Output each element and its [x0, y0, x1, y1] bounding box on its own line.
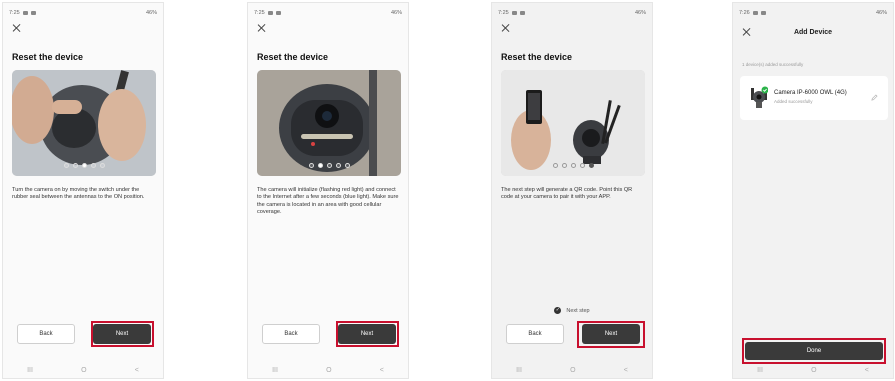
- status-bar: 7:26 46%: [739, 8, 887, 18]
- instruction-photo: [501, 70, 645, 176]
- instruction-text: The camera will initialize (flashing red…: [257, 187, 399, 216]
- camera-lights-photo: [257, 70, 401, 176]
- message-icon: [275, 11, 281, 15]
- phone-screen-reset-1: 7:25 46% Reset the device Turn the camer…: [2, 2, 164, 379]
- close-icon[interactable]: [257, 23, 267, 33]
- instruction-photo: [12, 70, 156, 176]
- next-button[interactable]: Next: [93, 324, 151, 344]
- carousel-dot[interactable]: [570, 163, 576, 168]
- carousel-dot[interactable]: [552, 163, 558, 168]
- page-title: Reset the device: [257, 52, 329, 62]
- system-navbar: III O <: [733, 362, 893, 378]
- phone-screen-reset-2: 7:25 46% Reset the device The camera wil…: [247, 2, 409, 379]
- carousel-dot[interactable]: [308, 163, 314, 168]
- back-button[interactable]: Back: [262, 324, 320, 344]
- status-time: 7:26: [739, 10, 750, 16]
- message-icon: [519, 11, 525, 15]
- home-button[interactable]: O: [811, 367, 816, 374]
- nav-back-button[interactable]: <: [135, 367, 139, 374]
- phone-screen-add-device: 7:26 46% Add Device 1 device(s) added su…: [732, 2, 894, 379]
- nav-back-button[interactable]: <: [865, 367, 869, 374]
- status-time: 7:25: [254, 10, 265, 16]
- carousel-dot[interactable]: [90, 163, 96, 168]
- battery-level: 46%: [875, 10, 887, 16]
- phone-screen-reset-3: 7:25 46% Reset the device The next step …: [491, 2, 653, 379]
- next-button[interactable]: Next: [338, 324, 396, 344]
- carousel-dot[interactable]: [72, 163, 78, 168]
- notification-icon: [752, 11, 758, 15]
- next-button[interactable]: Next: [582, 324, 640, 344]
- nav-back-button[interactable]: <: [624, 367, 628, 374]
- message-icon: [760, 11, 766, 15]
- instruction-text: Turn the camera on by moving the switch …: [12, 187, 145, 201]
- recent-apps-button[interactable]: III: [516, 367, 522, 374]
- recent-apps-button[interactable]: III: [757, 367, 763, 374]
- home-button[interactable]: O: [570, 367, 575, 374]
- carousel-dot-active[interactable]: [588, 163, 594, 168]
- status-time: 7:25: [9, 10, 20, 16]
- added-count-text: 1 device(s) added successfully: [742, 62, 804, 67]
- system-navbar: III O <: [492, 362, 652, 378]
- carousel-dot[interactable]: [335, 163, 341, 168]
- battery-level: 46%: [634, 10, 646, 16]
- page-title: Reset the device: [501, 52, 573, 62]
- battery-level: 46%: [390, 10, 402, 16]
- recent-apps-button[interactable]: III: [27, 367, 33, 374]
- carousel-dot[interactable]: [63, 163, 69, 168]
- status-bar: 7:25 46%: [498, 8, 646, 18]
- next-step-option[interactable]: ✓ Next step: [492, 307, 652, 314]
- system-navbar: III O <: [248, 362, 408, 378]
- carousel-dots: [12, 163, 156, 168]
- nav-back-button[interactable]: <: [380, 367, 384, 374]
- carousel-dot-active[interactable]: [81, 163, 87, 168]
- back-button[interactable]: Back: [506, 324, 564, 344]
- home-button[interactable]: O: [326, 367, 331, 374]
- close-icon[interactable]: [12, 23, 22, 33]
- page-title: Add Device: [793, 28, 833, 36]
- notification-icon: [22, 11, 28, 15]
- carousel-dot[interactable]: [579, 163, 585, 168]
- system-navbar: III O <: [3, 362, 163, 378]
- carousel-dot-active[interactable]: [317, 163, 323, 168]
- carousel-dot[interactable]: [561, 163, 567, 168]
- device-status: Added successfully: [774, 99, 813, 104]
- next-step-label: Next step: [566, 307, 590, 314]
- status-bar: 7:25 46%: [254, 8, 402, 18]
- carousel-dot[interactable]: [344, 163, 350, 168]
- close-icon[interactable]: [501, 23, 511, 33]
- message-icon: [30, 11, 36, 15]
- recent-apps-button[interactable]: III: [272, 367, 278, 374]
- camera-device-icon: [751, 86, 768, 108]
- edit-icon[interactable]: [871, 94, 878, 101]
- notification-icon: [267, 11, 273, 15]
- battery-level: 46%: [145, 10, 157, 16]
- hand-switch-photo: [12, 70, 156, 176]
- carousel-dot[interactable]: [326, 163, 332, 168]
- page-title: Reset the device: [12, 52, 84, 62]
- done-button[interactable]: Done: [745, 342, 883, 360]
- back-button[interactable]: Back: [17, 324, 75, 344]
- check-circle-icon: ✓: [554, 307, 562, 314]
- instruction-text: The next step will generate a QR code. P…: [501, 187, 633, 201]
- status-time: 7:25: [498, 10, 509, 16]
- carousel-dot[interactable]: [99, 163, 105, 168]
- home-button[interactable]: O: [81, 367, 86, 374]
- instruction-photo: [257, 70, 401, 176]
- device-name: Camera IP-6000 OWL (4G): [774, 90, 847, 96]
- status-bar: 7:25 46%: [9, 8, 157, 18]
- notification-icon: [511, 11, 517, 15]
- carousel-dots: [257, 163, 401, 168]
- device-card[interactable]: Camera IP-6000 OWL (4G) Added successful…: [740, 76, 888, 120]
- phone-and-camera-photo: [501, 70, 645, 176]
- carousel-dots: [501, 163, 645, 168]
